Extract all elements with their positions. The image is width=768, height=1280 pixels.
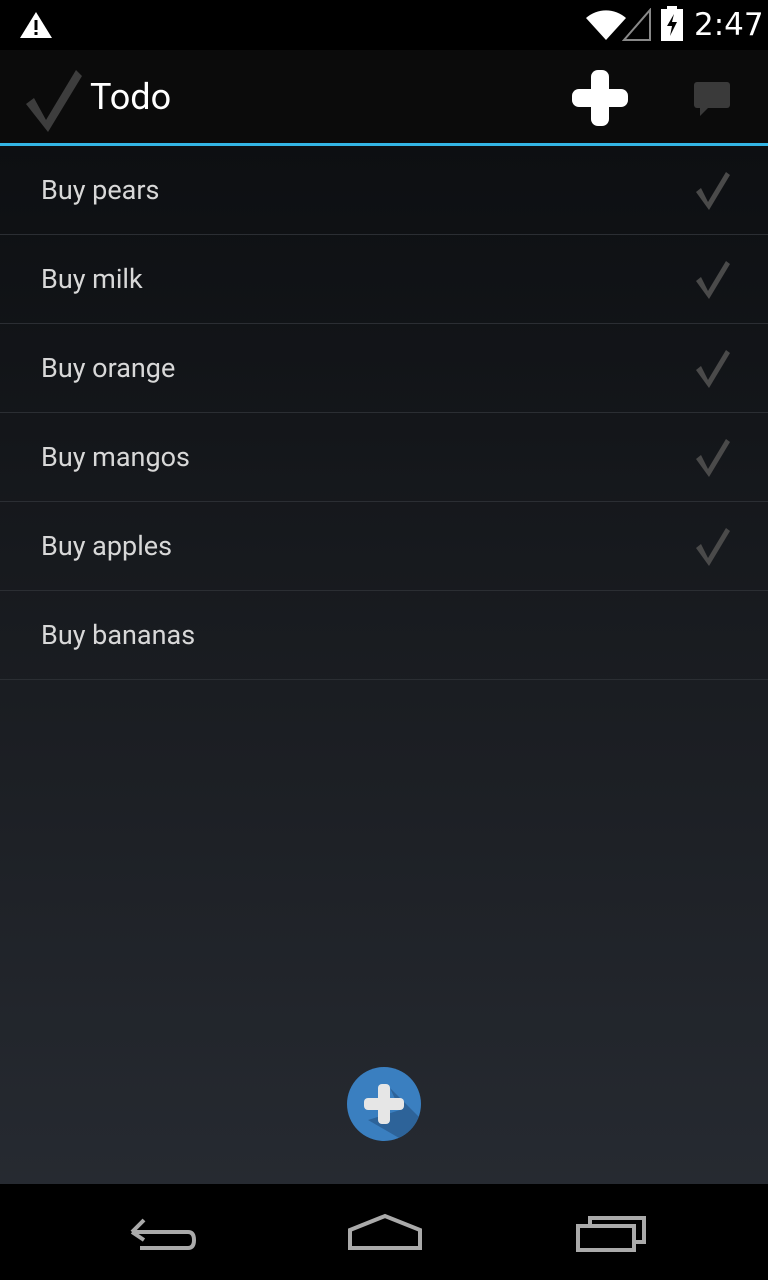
checkmark-icon[interactable] [690, 524, 734, 568]
checkmark-icon[interactable] [690, 346, 734, 390]
checkmark-icon[interactable] [690, 168, 734, 212]
todo-label: Buy pears [41, 174, 160, 206]
recents-icon[interactable] [572, 1212, 652, 1252]
todo-list: Buy pears Buy milk Buy orange Buy mangos… [0, 146, 768, 680]
checkmark-icon[interactable] [690, 435, 734, 479]
todo-label: Buy apples [41, 530, 173, 562]
clock: 2:47 [694, 7, 764, 43]
back-icon[interactable] [120, 1212, 200, 1252]
add-circle-icon[interactable] [346, 1066, 422, 1142]
add-icon[interactable] [560, 64, 640, 132]
navigation-bar [0, 1184, 768, 1280]
todo-label: Buy mangos [41, 441, 190, 473]
message-icon[interactable] [680, 68, 744, 128]
list-item[interactable]: Buy mangos [0, 413, 768, 502]
todo-label: Buy bananas [41, 619, 196, 651]
list-item[interactable]: Buy milk [0, 235, 768, 324]
list-item[interactable]: Buy apples [0, 502, 768, 591]
todo-label: Buy milk [41, 263, 143, 295]
list-item[interactable]: Buy pears [0, 146, 768, 235]
list-item[interactable]: Buy orange [0, 324, 768, 413]
warning-icon [20, 12, 52, 38]
todo-label: Buy orange [41, 352, 176, 384]
checkmark-icon[interactable] [690, 257, 734, 301]
checkmark-icon[interactable] [22, 64, 84, 134]
todo-list-area: Buy pears Buy milk Buy orange Buy mangos… [0, 146, 768, 1184]
action-bar: Todo [0, 50, 768, 146]
status-bar: 2:47 [0, 0, 768, 50]
signal-icon [622, 8, 651, 41]
home-icon[interactable] [340, 1212, 430, 1252]
battery-charging-icon [661, 6, 683, 41]
list-item[interactable]: Buy bananas [0, 591, 768, 680]
app-title: Todo [90, 76, 172, 118]
